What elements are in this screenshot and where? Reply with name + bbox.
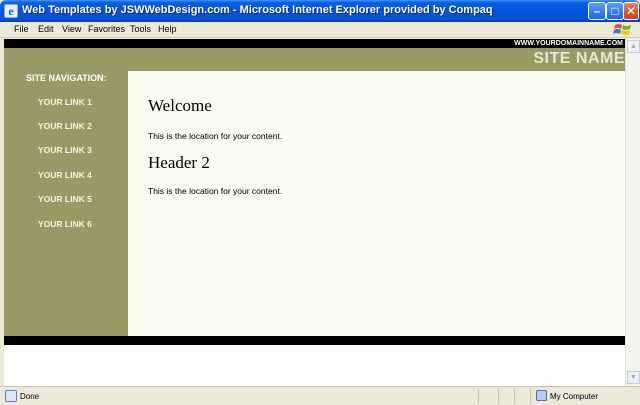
domain-text: WWW.YOURDOMAINNAME.COM [514, 40, 623, 47]
menu-file[interactable]: File [14, 24, 29, 34]
minimize-button[interactable]: – [588, 2, 606, 20]
menu-edit[interactable]: Edit [38, 24, 54, 34]
status-divider [514, 389, 515, 404]
maximize-button[interactable]: □ [606, 2, 624, 20]
status-divider [478, 389, 479, 404]
nav-link-6[interactable]: YOUR LINK 6 [38, 219, 92, 229]
scroll-up-icon[interactable]: ▲ [627, 40, 640, 53]
title-bar: e Web Templates by JSWWebDesign.com - Mi… [0, 0, 640, 22]
scroll-down-icon[interactable]: ▼ [627, 371, 640, 384]
menu-tools[interactable]: Tools [130, 24, 151, 34]
menu-favorites[interactable]: Favorites [88, 24, 125, 34]
nav-link-3[interactable]: YOUR LINK 3 [38, 145, 92, 155]
nav-link-5[interactable]: YOUR LINK 5 [38, 194, 92, 204]
nav-heading: SITE NAVIGATION: [26, 73, 107, 83]
status-divider [498, 389, 499, 404]
bottom-black-band [4, 336, 625, 345]
status-bar: Done My Computer [0, 386, 640, 405]
menu-help[interactable]: Help [158, 24, 177, 34]
content-paragraph-2: This is the location for your content. [148, 186, 283, 196]
window-title: Web Templates by JSWWebDesign.com - Micr… [22, 4, 493, 16]
page-footer-space [4, 345, 625, 386]
nav-link-2[interactable]: YOUR LINK 2 [38, 121, 92, 131]
close-button[interactable]: ✕ [623, 2, 639, 20]
content-heading-welcome: Welcome [148, 96, 212, 115]
content-area: Welcome This is the location for your co… [128, 71, 625, 336]
status-divider [530, 389, 531, 404]
vertical-scrollbar[interactable]: ▲ ▼ [625, 39, 640, 386]
my-computer-icon [536, 390, 547, 401]
nav-link-4[interactable]: YOUR LINK 4 [38, 170, 92, 180]
page-viewport: WWW.YOURDOMAINNAME.COM SITE NAME SITE NA… [4, 39, 625, 386]
site-name: SITE NAME [533, 50, 625, 67]
nav-link-1[interactable]: YOUR LINK 1 [38, 97, 92, 107]
page-done-icon [5, 390, 17, 402]
status-text: Done [20, 392, 40, 401]
security-zone-text: My Computer [550, 392, 599, 401]
ie-app-icon: e [4, 4, 18, 18]
header-band [4, 48, 625, 71]
windows-logo-icon [613, 24, 631, 35]
menu-view[interactable]: View [62, 24, 81, 34]
content-heading-2: Header 2 [148, 153, 210, 172]
menu-bar: File Edit View Favorites Tools Help [0, 22, 640, 38]
content-paragraph-1: This is the location for your content. [148, 131, 283, 141]
